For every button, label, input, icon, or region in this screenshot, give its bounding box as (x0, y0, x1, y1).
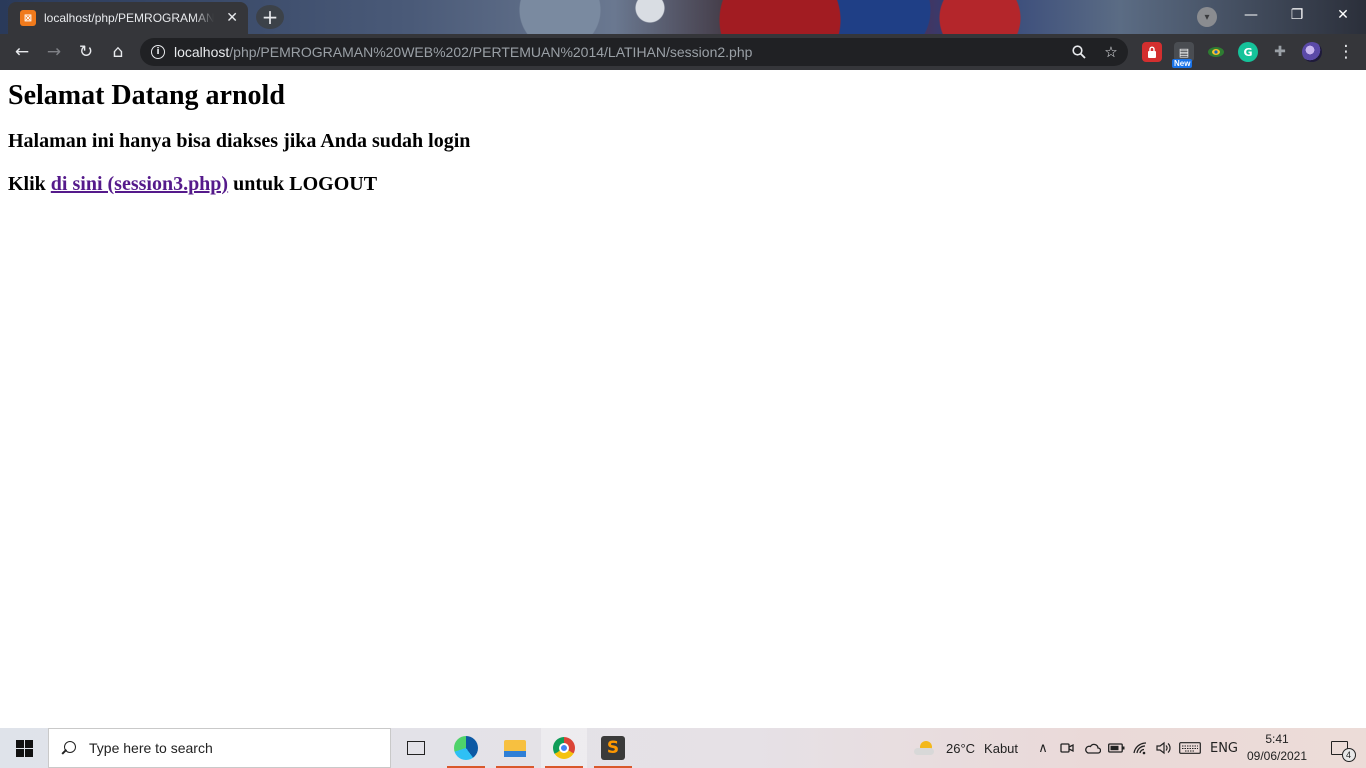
profile-avatar[interactable] (1302, 42, 1322, 62)
meet-now-icon[interactable] (1058, 728, 1076, 768)
taskbar-sublime-text[interactable]: S (590, 728, 636, 768)
taskbar-file-explorer[interactable] (492, 728, 538, 768)
onedrive-cloud-icon[interactable] (1082, 728, 1102, 768)
logout-link[interactable]: di sini (session3.php) (51, 173, 228, 195)
input-language-indicator[interactable]: ENG (1208, 728, 1240, 768)
tab-close-icon[interactable]: ✕ (226, 10, 238, 26)
browser-toolbar: ← → ↻ ⌂ i localhost/php/PEMROGRAMAN%20WE… (0, 34, 1366, 70)
show-hidden-icons-chevron-icon[interactable]: ∧ (1034, 728, 1052, 768)
windows-taskbar: Type here to search S 26°C Kabut ∧ ENG 5… (0, 728, 1366, 768)
url-host: localhost (174, 44, 230, 60)
notification-icon: 4 (1330, 741, 1356, 762)
chrome-icon (553, 737, 575, 759)
browser-tab-active[interactable]: ⊠ localhost/php/PEMROGRAMAN WEB 2/PERTEM… (8, 2, 248, 34)
clock-time: 5:41 (1265, 732, 1289, 746)
close-window-button[interactable]: ✕ (1320, 0, 1366, 30)
task-view-icon (407, 741, 425, 755)
battery-icon[interactable] (1106, 728, 1126, 768)
taskbar-edge[interactable] (443, 728, 489, 768)
page-content: Selamat Datang arnold Halaman ini hanya … (0, 70, 1366, 728)
weather-temperature: 26°C (946, 740, 976, 756)
back-button[interactable]: ← (8, 38, 36, 66)
browser-title-bar: ⊠ localhost/php/PEMROGRAMAN WEB 2/PERTEM… (0, 0, 1366, 34)
weather-partly-sunny-icon (914, 741, 934, 755)
logout-instruction: Klik di sini (session3.php) untuk LOGOUT (8, 173, 377, 196)
reload-button[interactable]: ↻ (72, 38, 100, 66)
sublime-text-icon: S (601, 736, 625, 760)
site-info-icon[interactable]: i (151, 45, 165, 59)
browser-menu-button[interactable]: ⋮ (1332, 38, 1360, 66)
volume-icon[interactable] (1154, 728, 1174, 768)
taskbar-chrome[interactable] (541, 728, 587, 768)
eye-dropper-extension-icon[interactable] (1206, 42, 1226, 62)
touch-keyboard-icon[interactable] (1178, 728, 1202, 768)
tab-search-chevron-icon[interactable]: ▾ (1197, 7, 1217, 27)
url-path: /php/PEMROGRAMAN%20WEB%202/PERTEMUAN%201… (229, 44, 753, 60)
extensions-puzzle-icon[interactable]: ✚ (1270, 42, 1290, 62)
tab-title: localhost/php/PEMROGRAMAN WEB 2/PERTEMUA… (44, 11, 214, 25)
news-extension-glyph-icon: ▤ (1178, 45, 1190, 59)
new-tab-button[interactable]: + (256, 5, 284, 29)
search-icon (61, 740, 76, 756)
minimize-button[interactable]: — (1228, 0, 1274, 30)
grammarly-extension-icon[interactable]: G (1238, 42, 1258, 62)
notification-count-badge: 4 (1341, 748, 1356, 762)
edge-icon (454, 736, 478, 760)
zoom-icon[interactable] (1068, 41, 1090, 63)
wifi-icon[interactable] (1130, 728, 1150, 768)
clock-date: 09/06/2021 (1246, 749, 1308, 763)
start-button[interactable] (0, 728, 48, 768)
logout-suffix: untuk LOGOUT (228, 173, 378, 195)
weather-condition: Kabut (984, 740, 1019, 756)
xampp-favicon-icon: ⊠ (20, 10, 36, 26)
logout-prefix: Klik (8, 173, 51, 195)
action-center-button[interactable]: 4 (1322, 728, 1356, 768)
login-notice: Halaman ini hanya bisa diakses jika Anda… (8, 130, 471, 152)
weather-widget[interactable]: 26°C Kabut (914, 728, 1018, 768)
new-badge: New (1172, 59, 1193, 68)
folder-icon (504, 739, 526, 757)
task-view-button[interactable] (393, 728, 439, 768)
taskbar-clock[interactable]: 5:41 09/06/2021 (1240, 731, 1314, 765)
address-url[interactable]: localhost/php/PEMROGRAMAN%20WEB%202/PERT… (174, 44, 752, 60)
bookmark-star-icon[interactable]: ☆ (1100, 41, 1122, 63)
home-button[interactable]: ⌂ (104, 38, 132, 66)
welcome-heading: Selamat Datang arnold (8, 80, 285, 111)
windows-logo-icon (15, 739, 33, 757)
lock-extension-icon[interactable] (1142, 42, 1162, 62)
news-extension-icon[interactable]: ▤ New (1172, 42, 1194, 68)
restore-button[interactable]: ❐ (1274, 0, 1320, 30)
search-placeholder: Type here to search (89, 740, 213, 756)
forward-button[interactable]: → (40, 38, 68, 66)
address-bar[interactable]: i localhost/php/PEMROGRAMAN%20WEB%202/PE… (140, 38, 1128, 66)
taskbar-search-box[interactable]: Type here to search (48, 728, 391, 768)
